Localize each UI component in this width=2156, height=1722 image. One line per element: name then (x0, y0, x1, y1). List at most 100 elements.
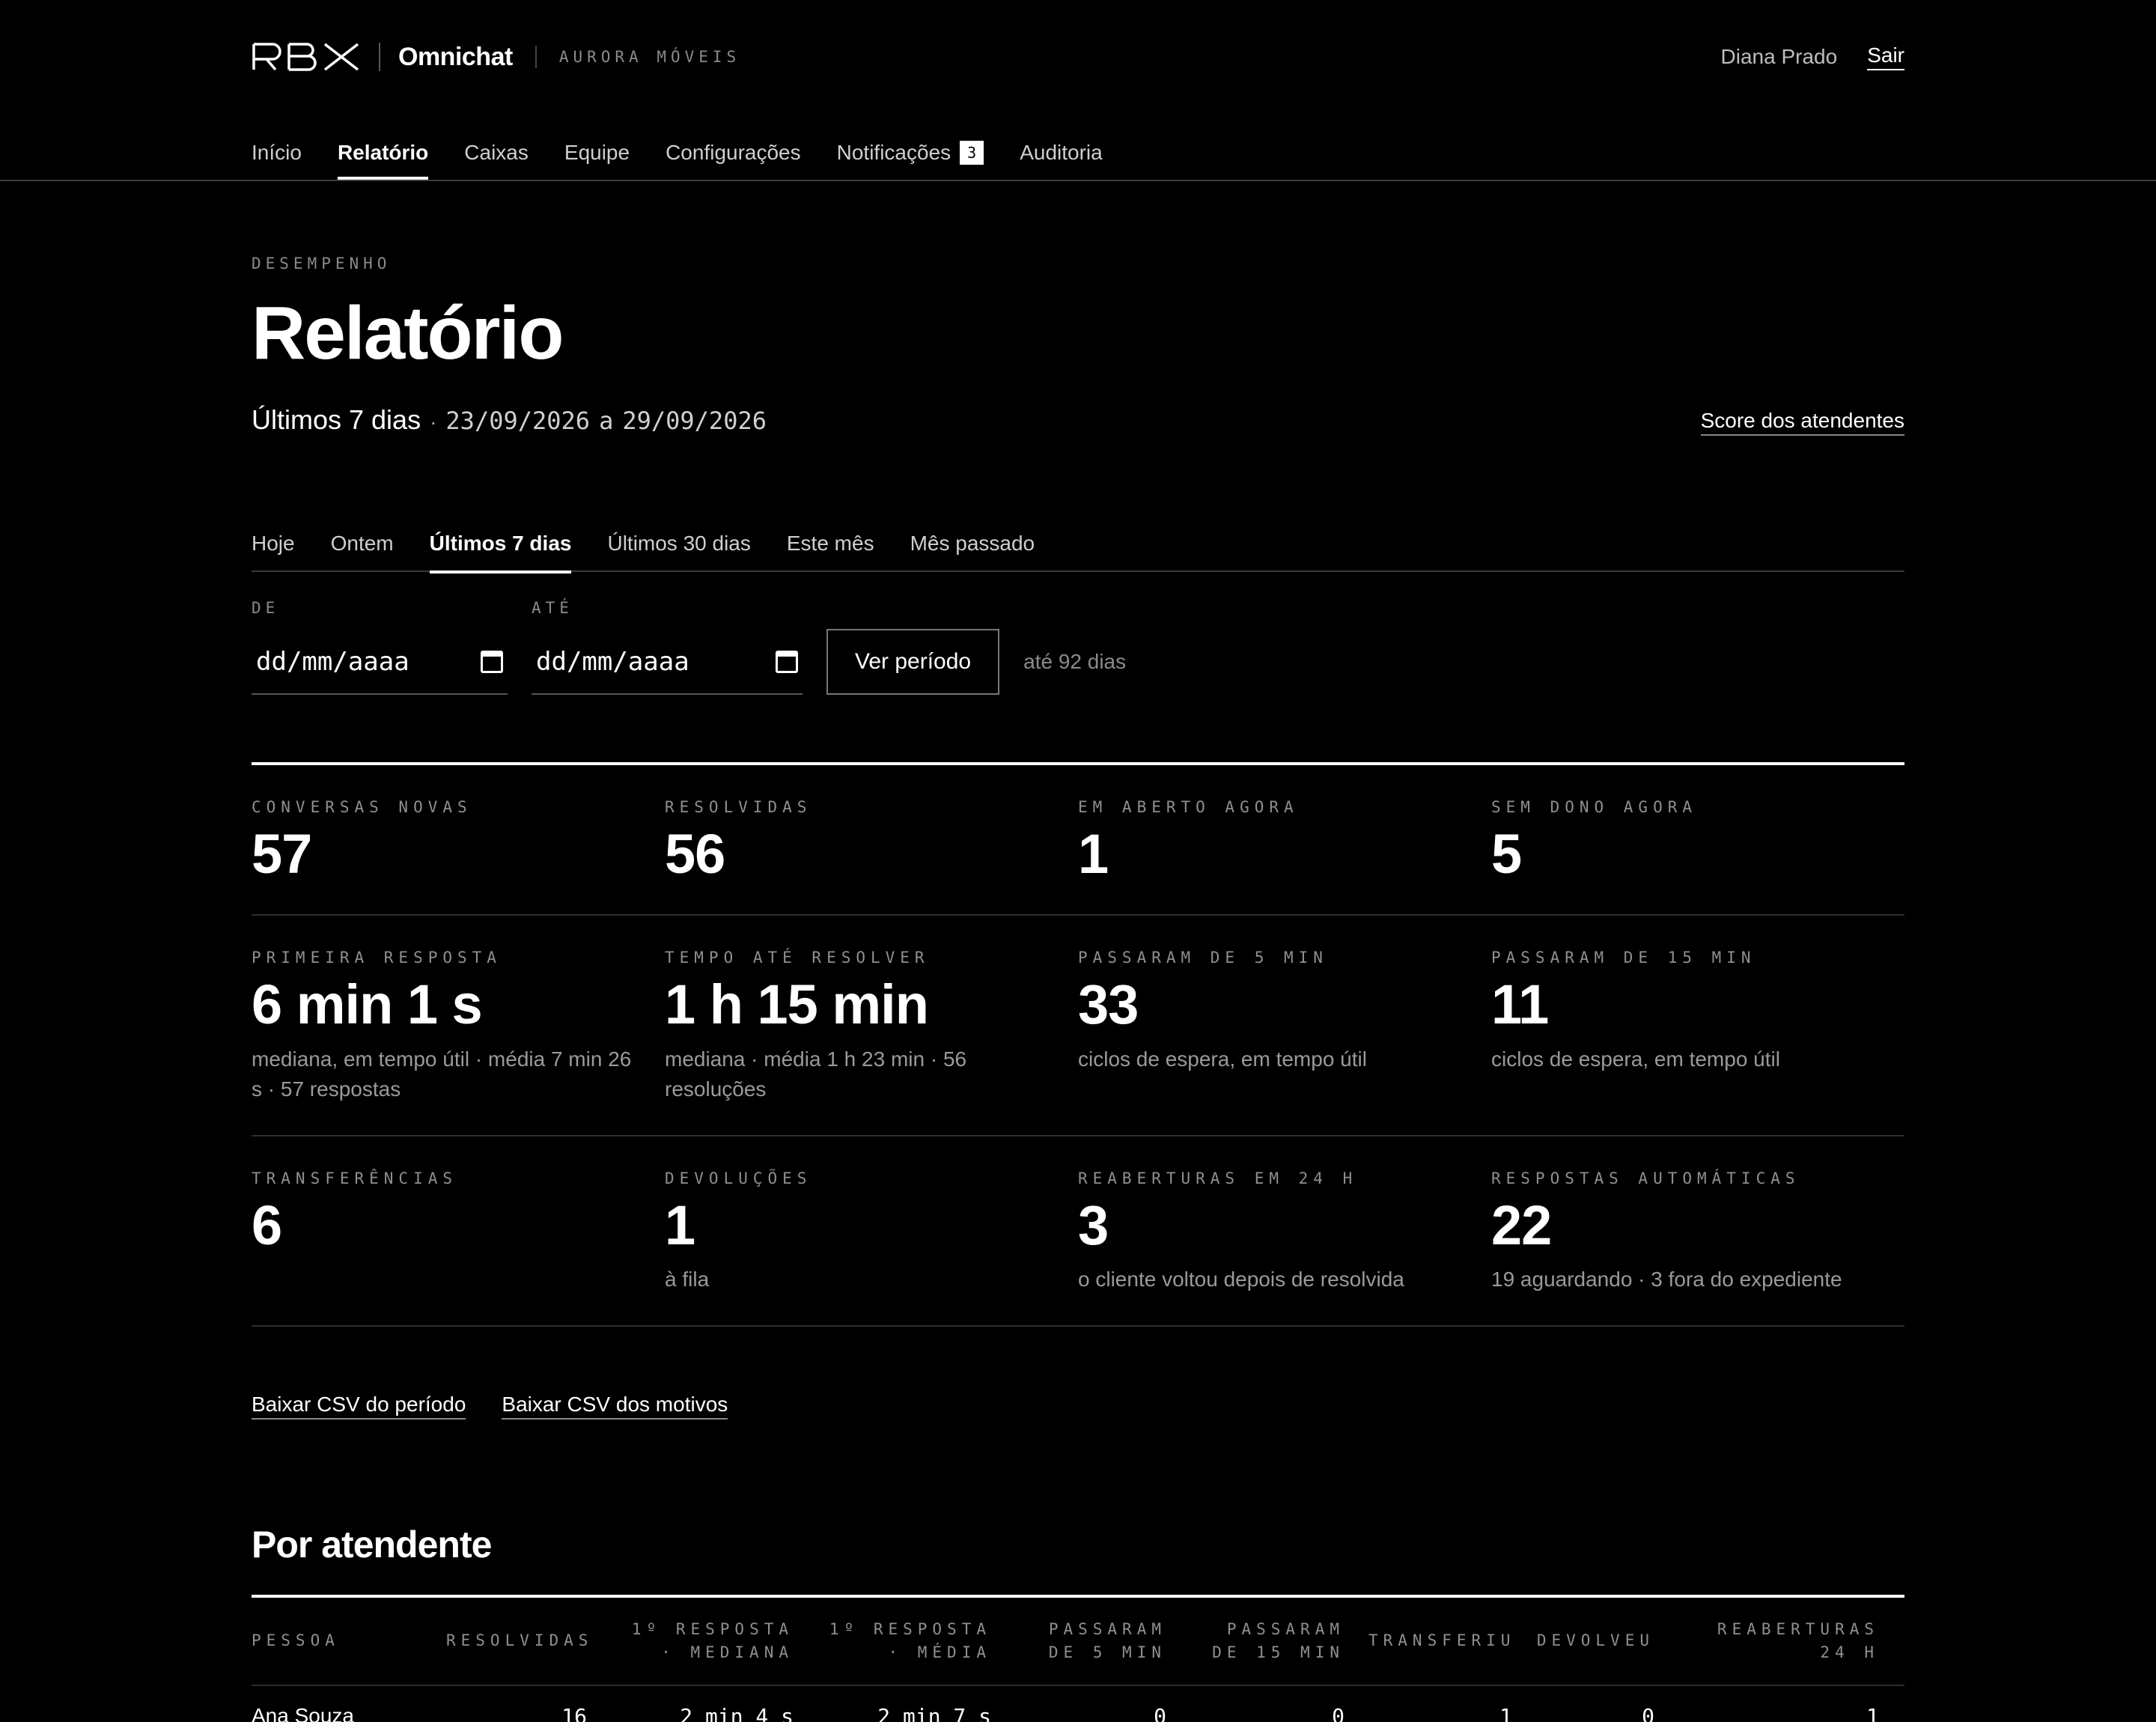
tab-ultimos-7-dias[interactable]: Últimos 7 dias (429, 515, 571, 574)
table-cell: 0 (1332, 1703, 1345, 1722)
download-csv-reasons-link[interactable]: Baixar CSV dos motivos (502, 1393, 728, 1420)
kpi-label: REABERTURAS EM 24 H (1078, 1169, 1358, 1187)
nav-divider (0, 180, 2156, 181)
kpi-label: SEM DONO AGORA (1491, 798, 1698, 816)
period-tabs: Hoje Ontem Últimos 7 dias Últimos 30 dia… (252, 515, 1904, 574)
kpi-value: 6 min 1 s (252, 973, 483, 1036)
rbx-logo-icon (252, 43, 359, 71)
nav-item-inicio[interactable]: Início (252, 126, 302, 180)
nav-item-label: Início (252, 141, 302, 164)
kpi-label: PASSARAM DE 15 MIN (1491, 949, 1756, 967)
date-filter-form: DE dd/mm/aaaa ATÉ dd/mm/aaaa Ver período… (252, 599, 1126, 695)
csv-links: Baixar CSV do período Baixar CSV dos mot… (252, 1393, 728, 1420)
kpi-em-aberto-agora: EM ABERTO AGORA 1 (1078, 765, 1491, 914)
column-header[interactable]: RESOLVIDAS (446, 1629, 611, 1653)
kpi-subtext: 19 aguardando · 3 fora do expediente (1491, 1268, 1842, 1292)
range-limit-hint: até 92 dias (1023, 650, 1127, 673)
tab-mes-passado[interactable]: Mês passado (910, 515, 1035, 572)
tab-ontem[interactable]: Ontem (331, 515, 394, 572)
table-row[interactable]: Ana Souza 16 2 min 4 s 2 min 7 s 0 0 1 0… (252, 1686, 1904, 1722)
date-to-input[interactable]: dd/mm/aaaa (532, 630, 803, 695)
tenant-name: AURORA MÓVEIS (558, 48, 741, 66)
column-header[interactable]: 1º RESPOSTA · MEDIANA (611, 1618, 817, 1665)
kpi-conversas-novas: CONVERSAS NOVAS 57 (252, 765, 665, 914)
download-csv-period-link[interactable]: Baixar CSV do período (252, 1393, 466, 1420)
kpi-value: 1 h 15 min (665, 973, 929, 1036)
table-cell: 1 (1866, 1703, 1879, 1722)
calendar-icon[interactable] (776, 651, 798, 673)
nav-item-label: Auditoria (1020, 141, 1103, 164)
nav-item-label: Notificações (836, 141, 951, 164)
date-from-text: 23/09/2026 (445, 407, 591, 435)
top-bar: Omnichat AURORA MÓVEIS Diana Prado Sair (252, 36, 1904, 78)
nav-item-label: Configurações (666, 141, 801, 164)
kpi-value: 11 (1491, 973, 1549, 1036)
calendar-icon[interactable] (481, 651, 503, 673)
nav-item-equipe[interactable]: Equipe (564, 126, 630, 180)
column-header[interactable]: PASSARAM DE 15 MIN (1190, 1618, 1368, 1665)
column-header[interactable]: 1º RESPOSTA · MÉDIA (817, 1618, 1015, 1665)
nav-item-label: Equipe (564, 141, 630, 164)
kpi-label: CONVERSAS NOVAS (252, 798, 472, 816)
nav-item-auditoria[interactable]: Auditoria (1020, 126, 1103, 180)
kpi-tempo-ate-resolver: TEMPO ATÉ RESOLVER 1 h 15 min mediana · … (665, 916, 1078, 1135)
nav-item-notificacoes[interactable]: Notificações 3 (837, 126, 984, 180)
kpi-value: 1 (665, 1193, 695, 1256)
kpi-row: TRANSFERÊNCIAS 6 DEVOLUÇÕES 1 à fila REA… (252, 1137, 1904, 1327)
table-cell: 2 min 4 s (680, 1703, 794, 1722)
period-label: Últimos 7 dias (252, 404, 421, 435)
kpi-grid: CONVERSAS NOVAS 57 RESOLVIDAS 56 EM ABER… (252, 762, 1904, 1327)
kpi-label: RESPOSTAS AUTOMÁTICAS (1491, 1169, 1800, 1187)
kpi-label: RESOLVIDAS (665, 798, 812, 816)
kpi-transferencias: TRANSFERÊNCIAS 6 (252, 1137, 665, 1325)
kpi-subtext: ciclos de espera, em tempo útil (1078, 1047, 1367, 1071)
kpi-value: 56 (665, 823, 725, 885)
score-link[interactable]: Score dos atendentes (1700, 409, 1904, 436)
kpi-value: 33 (1078, 973, 1139, 1036)
kpi-label: DEVOLUÇÕES (665, 1169, 812, 1187)
table-cell: 16 (561, 1703, 587, 1722)
kpi-subtext: à fila (665, 1268, 710, 1292)
date-to-placeholder: dd/mm/aaaa (536, 647, 689, 677)
tab-este-mes[interactable]: Este mês (787, 515, 874, 572)
view-period-button[interactable]: Ver período (826, 629, 1000, 695)
product-name: Omnichat (398, 42, 513, 71)
date-from-input[interactable]: dd/mm/aaaa (252, 630, 508, 695)
to-label: ATÉ (532, 599, 573, 617)
agents-section-title: Por atendente (252, 1524, 492, 1566)
column-header[interactable]: DEVOLVEU (1536, 1629, 1678, 1653)
divider (379, 43, 380, 71)
kpi-passaram-15-min: PASSARAM DE 15 MIN 11 ciclos de espera, … (1491, 916, 1904, 1135)
agent-name-cell[interactable]: Ana Souza (252, 1704, 446, 1722)
nav-item-caixas[interactable]: Caixas (464, 126, 529, 180)
date-from-placeholder: dd/mm/aaaa (256, 647, 409, 677)
nav-item-label: Caixas (464, 141, 529, 164)
kpi-value: 3 (1078, 1193, 1109, 1256)
tab-hoje[interactable]: Hoje (252, 515, 295, 572)
kpi-value: 6 (252, 1193, 282, 1256)
brand-logo[interactable] (252, 42, 361, 72)
nav-item-configuracoes[interactable]: Configurações (666, 126, 801, 180)
to-field-group: ATÉ dd/mm/aaaa (532, 599, 803, 695)
kpi-reaberturas-24h: REABERTURAS EM 24 H 3 o cliente voltou d… (1078, 1137, 1491, 1325)
kpi-label: PRIMEIRA RESPOSTA (252, 949, 502, 967)
kpi-subtext: ciclos de espera, em tempo útil (1491, 1047, 1780, 1071)
signout-link[interactable]: Sair (1867, 43, 1904, 70)
user-name: Diana Prado (1720, 45, 1838, 68)
column-header[interactable]: PASSARAM DE 5 MIN (1015, 1618, 1190, 1665)
kpi-primeira-resposta: PRIMEIRA RESPOSTA 6 min 1 s mediana, em … (252, 916, 665, 1135)
nav-item-relatorio[interactable]: Relatório (337, 126, 429, 180)
kpi-label: PASSARAM DE 5 MIN (1078, 949, 1328, 967)
kpi-label: EM ABERTO AGORA (1078, 798, 1299, 816)
kpi-subtext: o cliente voltou depois de resolvida (1078, 1268, 1404, 1292)
column-header[interactable]: REABERTURAS 24 H (1678, 1618, 1903, 1665)
page-title: Relatório (252, 291, 564, 375)
table-cell: 1 (1499, 1703, 1512, 1722)
column-header[interactable]: TRANSFERIU (1368, 1629, 1536, 1653)
tab-ultimos-30-dias[interactable]: Últimos 30 dias (607, 515, 750, 572)
kpi-resolvidas: RESOLVIDAS 56 (665, 765, 1078, 914)
column-header[interactable]: PESSOA (252, 1629, 446, 1653)
page-eyebrow: DESEMPENHO (252, 255, 392, 273)
notification-count-badge: 3 (960, 141, 984, 165)
user-area: Diana Prado Sair (1721, 43, 1904, 70)
